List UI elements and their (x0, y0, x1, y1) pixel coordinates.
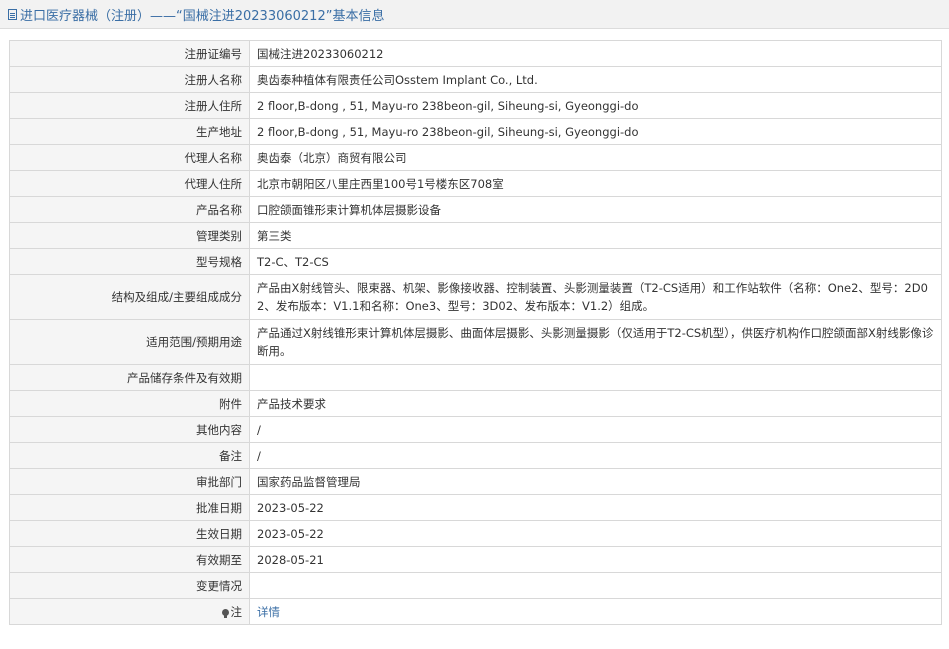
row-label: 管理类别 (9, 222, 250, 249)
row-value: 2 floor,B-dong , 51, Mayu-ro 238beon-gil… (249, 118, 942, 145)
pin-icon (221, 608, 229, 618)
row-label: 注册证编号 (9, 40, 250, 67)
row-label: 其他内容 (9, 416, 250, 443)
table-row: 结构及组成/主要组成成分 产品由X射线管头、限束器、机架、影像接收器、控制装置、… (9, 274, 942, 320)
row-label: 结构及组成/主要组成成分 (9, 274, 250, 320)
row-value: 产品由X射线管头、限束器、机架、影像接收器、控制装置、头影测量装置（T2-CS适… (249, 274, 942, 320)
table-row: 型号规格 T2-C、T2-CS (9, 248, 942, 275)
table-row: 注册人住所 2 floor,B-dong , 51, Mayu-ro 238be… (9, 92, 942, 119)
row-label: 产品名称 (9, 196, 250, 223)
info-table: 注册证编号 国械注进20233060212 注册人名称 奥齿泰种植体有限责任公司… (9, 40, 942, 625)
table-row: 代理人住所 北京市朝阳区八里庄西里100号1号楼东区708室 (9, 170, 942, 197)
row-label: 备注 (9, 442, 250, 469)
table-row: 注册证编号 国械注进20233060212 (9, 40, 942, 67)
details-link[interactable]: 详情 (257, 605, 280, 619)
row-value (249, 572, 942, 599)
table-row: 产品储存条件及有效期 (9, 364, 942, 391)
row-label: 生效日期 (9, 520, 250, 547)
row-label: 代理人名称 (9, 144, 250, 171)
row-label: 有效期至 (9, 546, 250, 573)
table-row: 变更情况 (9, 572, 942, 599)
row-label: 生产地址 (9, 118, 250, 145)
table-row: 备注 / (9, 442, 942, 469)
document-icon (8, 8, 17, 20)
table-row: 适用范围/预期用途 产品通过X射线锥形束计算机体层摄影、曲面体层摄影、头影测量摄… (9, 319, 942, 365)
table-row: 注册人名称 奥齿泰种植体有限责任公司Osstem Implant Co., Lt… (9, 66, 942, 93)
page-title: 进口医疗器械（注册）——“国械注进20233060212”基本信息 (20, 8, 385, 24)
row-value: / (249, 416, 942, 443)
table-row: 其他内容 / (9, 416, 942, 443)
table-row: 审批部门 国家药品监督管理局 (9, 468, 942, 495)
row-label: 附件 (9, 390, 250, 417)
row-value: / (249, 442, 942, 469)
row-label: 批准日期 (9, 494, 250, 521)
row-value: 国械注进20233060212 (249, 40, 942, 67)
row-label: 代理人住所 (9, 170, 250, 197)
note-label-cell: 注 (9, 598, 250, 625)
row-value: 2023-05-22 (249, 494, 942, 521)
row-label: 适用范围/预期用途 (9, 319, 250, 365)
table-row: 生产地址 2 floor,B-dong , 51, Mayu-ro 238beo… (9, 118, 942, 145)
row-label: 产品储存条件及有效期 (9, 364, 250, 391)
row-value: 北京市朝阳区八里庄西里100号1号楼东区708室 (249, 170, 942, 197)
row-label: 型号规格 (9, 248, 250, 275)
row-value: 国家药品监督管理局 (249, 468, 942, 495)
table-row-note: 注 详情 (9, 598, 942, 625)
table-row: 批准日期 2023-05-22 (9, 494, 942, 521)
table-row: 代理人名称 奥齿泰（北京）商贸有限公司 (9, 144, 942, 171)
row-value: 口腔颌面锥形束计算机体层摄影设备 (249, 196, 942, 223)
table-row: 有效期至 2028-05-21 (9, 546, 942, 573)
row-value: T2-C、T2-CS (249, 248, 942, 275)
row-label: 注册人住所 (9, 92, 250, 119)
row-value: 奥齿泰种植体有限责任公司Osstem Implant Co., Ltd. (249, 66, 942, 93)
row-label: 注册人名称 (9, 66, 250, 93)
row-value: 产品技术要求 (249, 390, 942, 417)
row-value: 2 floor,B-dong , 51, Mayu-ro 238beon-gil… (249, 92, 942, 119)
row-value (249, 364, 942, 391)
row-label: 审批部门 (9, 468, 250, 495)
table-row: 管理类别 第三类 (9, 222, 942, 249)
table-row: 产品名称 口腔颌面锥形束计算机体层摄影设备 (9, 196, 942, 223)
row-value: 2028-05-21 (249, 546, 942, 573)
table-row: 附件 产品技术要求 (9, 390, 942, 417)
row-value: 奥齿泰（北京）商贸有限公司 (249, 144, 942, 171)
row-label: 变更情况 (9, 572, 250, 599)
page-header: 进口医疗器械（注册）——“国械注进20233060212”基本信息 (0, 0, 949, 29)
table-row: 生效日期 2023-05-22 (9, 520, 942, 547)
row-value: 2023-05-22 (249, 520, 942, 547)
row-value: 第三类 (249, 222, 942, 249)
note-value-cell: 详情 (249, 598, 942, 625)
row-value: 产品通过X射线锥形束计算机体层摄影、曲面体层摄影、头影测量摄影（仅适用于T2-C… (249, 319, 942, 365)
note-label: 注 (230, 604, 243, 619)
